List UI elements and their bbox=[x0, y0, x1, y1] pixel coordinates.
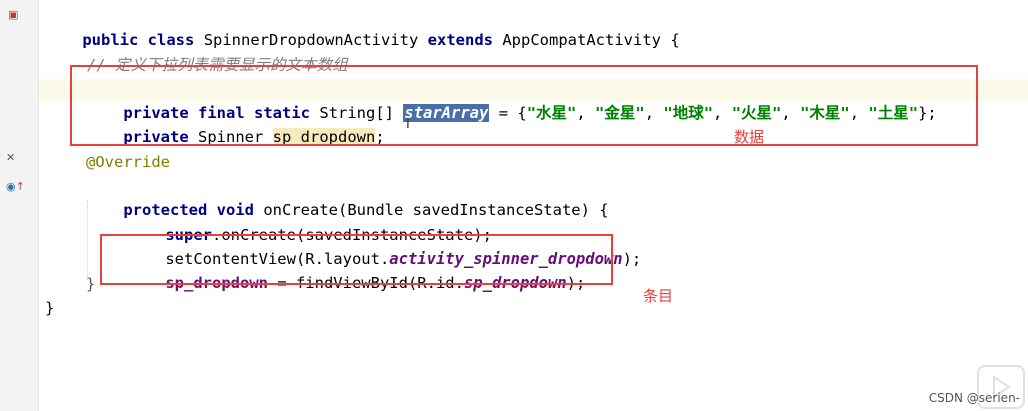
data-highlight-box bbox=[70, 65, 978, 146]
call-end: ); bbox=[622, 250, 642, 268]
close-icon[interactable]: ✕ bbox=[6, 151, 15, 164]
override-annotation: @Override bbox=[86, 153, 170, 171]
file-icon[interactable]: ▣ bbox=[8, 8, 18, 21]
data-annotation-label: 数据 bbox=[734, 128, 765, 146]
brace: { bbox=[670, 31, 680, 49]
editor-gutter: ▣ ✕ ◉↑ bbox=[0, 0, 39, 411]
watermark: CSDN @serien- bbox=[928, 391, 1020, 405]
superclass-name: AppCompatActivity bbox=[502, 31, 661, 49]
close-brace-method: } bbox=[86, 275, 96, 293]
item-highlight-box bbox=[100, 234, 613, 285]
keyword: public bbox=[82, 31, 139, 49]
override-marker-icon[interactable]: ◉↑ bbox=[6, 180, 25, 193]
class-name: SpinnerDropdownActivity bbox=[203, 31, 419, 49]
keyword: class bbox=[147, 31, 195, 49]
code-line-oncreate: protected void onCreate(Bundle savedInst… bbox=[86, 174, 608, 219]
close-brace-class: } bbox=[45, 299, 55, 317]
code-line-class-decl: public class SpinnerDropdownActivity ext… bbox=[45, 4, 679, 49]
item-annotation-label: 条目 bbox=[643, 287, 674, 305]
keyword: extends bbox=[427, 31, 493, 49]
code-line-super-call: super.onCreate(savedInstanceState); bbox=[128, 199, 492, 244]
